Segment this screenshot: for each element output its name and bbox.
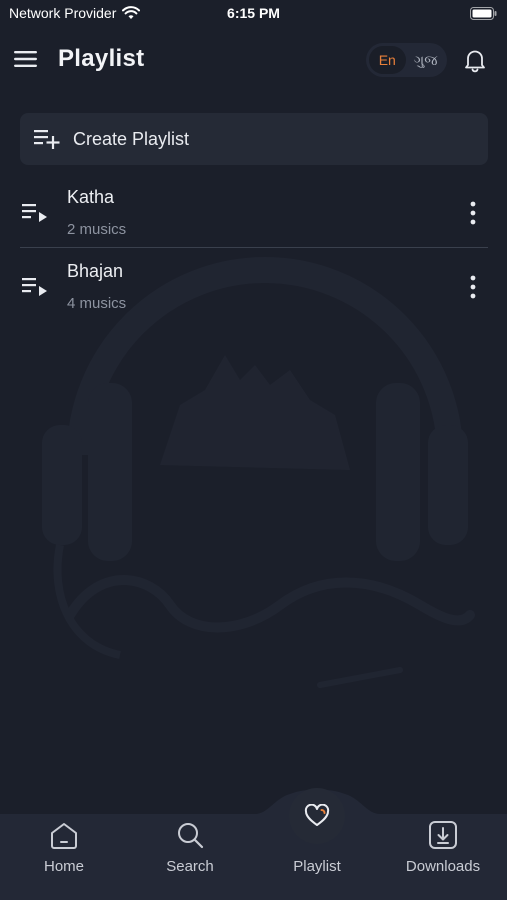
nav-home[interactable]: Home (9, 814, 119, 894)
page-title: Playlist (58, 45, 145, 72)
playlist-item-katha[interactable]: Katha 2 musics (0, 172, 507, 248)
nav-downloads[interactable]: Downloads (388, 814, 498, 894)
more-options-icon[interactable] (466, 200, 480, 226)
language-toggle[interactable]: En ગુજ (366, 43, 447, 77)
app-header: Playlist En ગુજ (0, 36, 507, 86)
search-icon (178, 823, 204, 849)
playlist-count: 2 musics (67, 221, 127, 238)
status-bar: Network Provider 6:15 PM (0, 0, 507, 28)
lang-option-gujarati[interactable]: ગુજ (408, 46, 445, 74)
download-icon (429, 821, 457, 849)
heart-icon (304, 804, 330, 826)
nav-playlist-button[interactable] (289, 788, 345, 844)
bell-icon[interactable] (462, 47, 488, 73)
playlist-title: Bhajan (67, 261, 124, 281)
playlist-add-icon (34, 130, 60, 149)
playlist-title: Katha (67, 187, 115, 207)
status-time: 6:15 PM (227, 5, 280, 21)
lang-option-english[interactable]: En (369, 46, 406, 74)
playlist-play-icon (22, 204, 47, 222)
nav-home-label: Home (43, 858, 84, 875)
nav-downloads-label: Downloads (405, 858, 481, 875)
create-playlist-button[interactable]: Create Playlist (20, 113, 488, 165)
playlist-count: 4 musics (67, 295, 127, 312)
playlist-item-bhajan[interactable]: Bhajan 4 musics (0, 246, 507, 320)
nav-search-label: Search (166, 858, 214, 875)
more-options-icon[interactable] (466, 274, 480, 300)
playlist-list: Katha 2 musics Bhajan 4 musics (0, 172, 507, 320)
playlist-play-icon (22, 278, 47, 296)
bottom-nav: Home Search Playlist Downloads (0, 786, 507, 900)
nav-search[interactable]: Search (135, 814, 245, 894)
home-icon (51, 823, 77, 849)
create-playlist-label: Create Playlist (73, 129, 190, 149)
menu-icon[interactable] (14, 49, 38, 69)
battery-icon (470, 7, 497, 20)
nav-playlist-label[interactable]: Playlist (262, 858, 372, 875)
